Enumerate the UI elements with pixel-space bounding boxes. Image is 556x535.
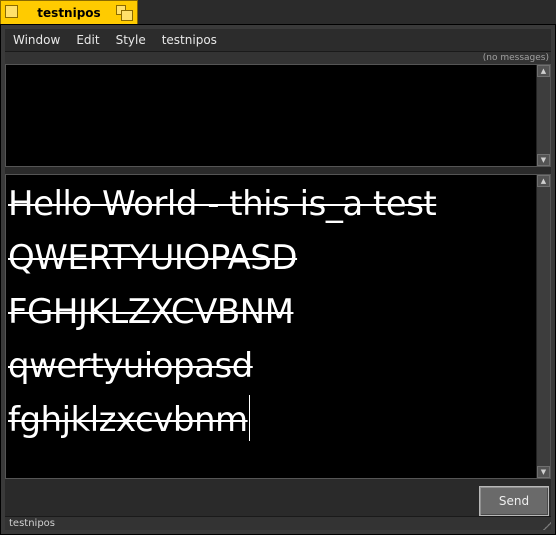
title-tab[interactable]: testnipos — [0, 0, 138, 24]
send-button[interactable]: Send — [479, 486, 549, 516]
menu-window[interactable]: Window — [5, 29, 68, 51]
scroll-up-icon[interactable]: ▲ — [537, 175, 550, 187]
status-bar: testnipos — [5, 516, 551, 530]
message-status: (no messages) — [482, 53, 549, 63]
send-row: Send — [5, 481, 551, 519]
log-scrollbar[interactable]: ▲ ▼ — [536, 65, 550, 166]
status-text: testnipos — [9, 518, 55, 529]
menu-style[interactable]: Style — [108, 29, 154, 51]
window: Window Edit Style testnipos (no messages… — [0, 24, 556, 535]
editor-line: fghjklzxcvbnm — [8, 400, 248, 440]
editor-scrollbar[interactable]: ▲ ▼ — [536, 175, 550, 478]
resize-grip-icon[interactable] — [541, 520, 551, 530]
scroll-up-icon[interactable]: ▲ — [537, 65, 550, 77]
scroll-down-icon[interactable]: ▼ — [537, 466, 550, 478]
editor-line: FGHJKLZXCVBNM — [8, 292, 294, 332]
zoom-box-icon[interactable] — [116, 5, 134, 21]
text-caret — [248, 395, 250, 441]
message-log[interactable]: ▲ ▼ — [5, 64, 551, 167]
text-editor[interactable]: Hello World - this is_a test QWERTYUIOPA… — [5, 174, 551, 479]
window-content: Window Edit Style testnipos (no messages… — [5, 29, 551, 530]
editor-line: qwertyuiopasd — [8, 346, 253, 386]
window-title: testnipos — [37, 6, 101, 20]
log-header: (no messages) — [5, 52, 551, 64]
close-box-icon[interactable] — [5, 5, 18, 18]
editor-text[interactable]: Hello World - this is_a test QWERTYUIOPA… — [8, 177, 534, 476]
menu-testnipos[interactable]: testnipos — [154, 29, 225, 51]
menu-bar: Window Edit Style testnipos — [5, 29, 551, 52]
editor-line: QWERTYUIOPASD — [8, 238, 298, 278]
scroll-down-icon[interactable]: ▼ — [537, 154, 550, 166]
menu-edit[interactable]: Edit — [68, 29, 107, 51]
editor-line: Hello World - this is_a test — [8, 184, 437, 224]
